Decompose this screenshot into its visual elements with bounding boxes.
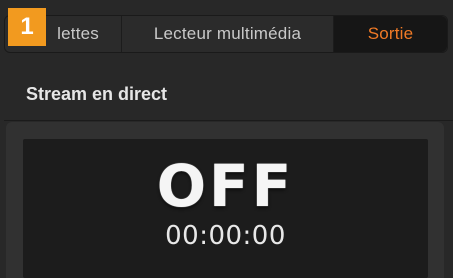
tab-bar: lettes Lecteur multimédia Sortie <box>4 15 448 53</box>
tab-media-player[interactable]: Lecteur multimédia <box>121 16 334 52</box>
tab-output[interactable]: Sortie <box>334 16 447 52</box>
live-stream-panel: 1 lettes Lecteur multimédia Sortie Strea… <box>0 0 453 278</box>
divider <box>4 120 453 121</box>
stream-timer: 00:00:00 <box>165 221 286 251</box>
section-title: Stream en direct <box>26 84 168 104</box>
step-number-badge: 1 <box>8 8 46 46</box>
stream-status-display[interactable]: OFF 00:00:00 <box>23 139 428 278</box>
stream-status-text: OFF <box>156 152 295 220</box>
